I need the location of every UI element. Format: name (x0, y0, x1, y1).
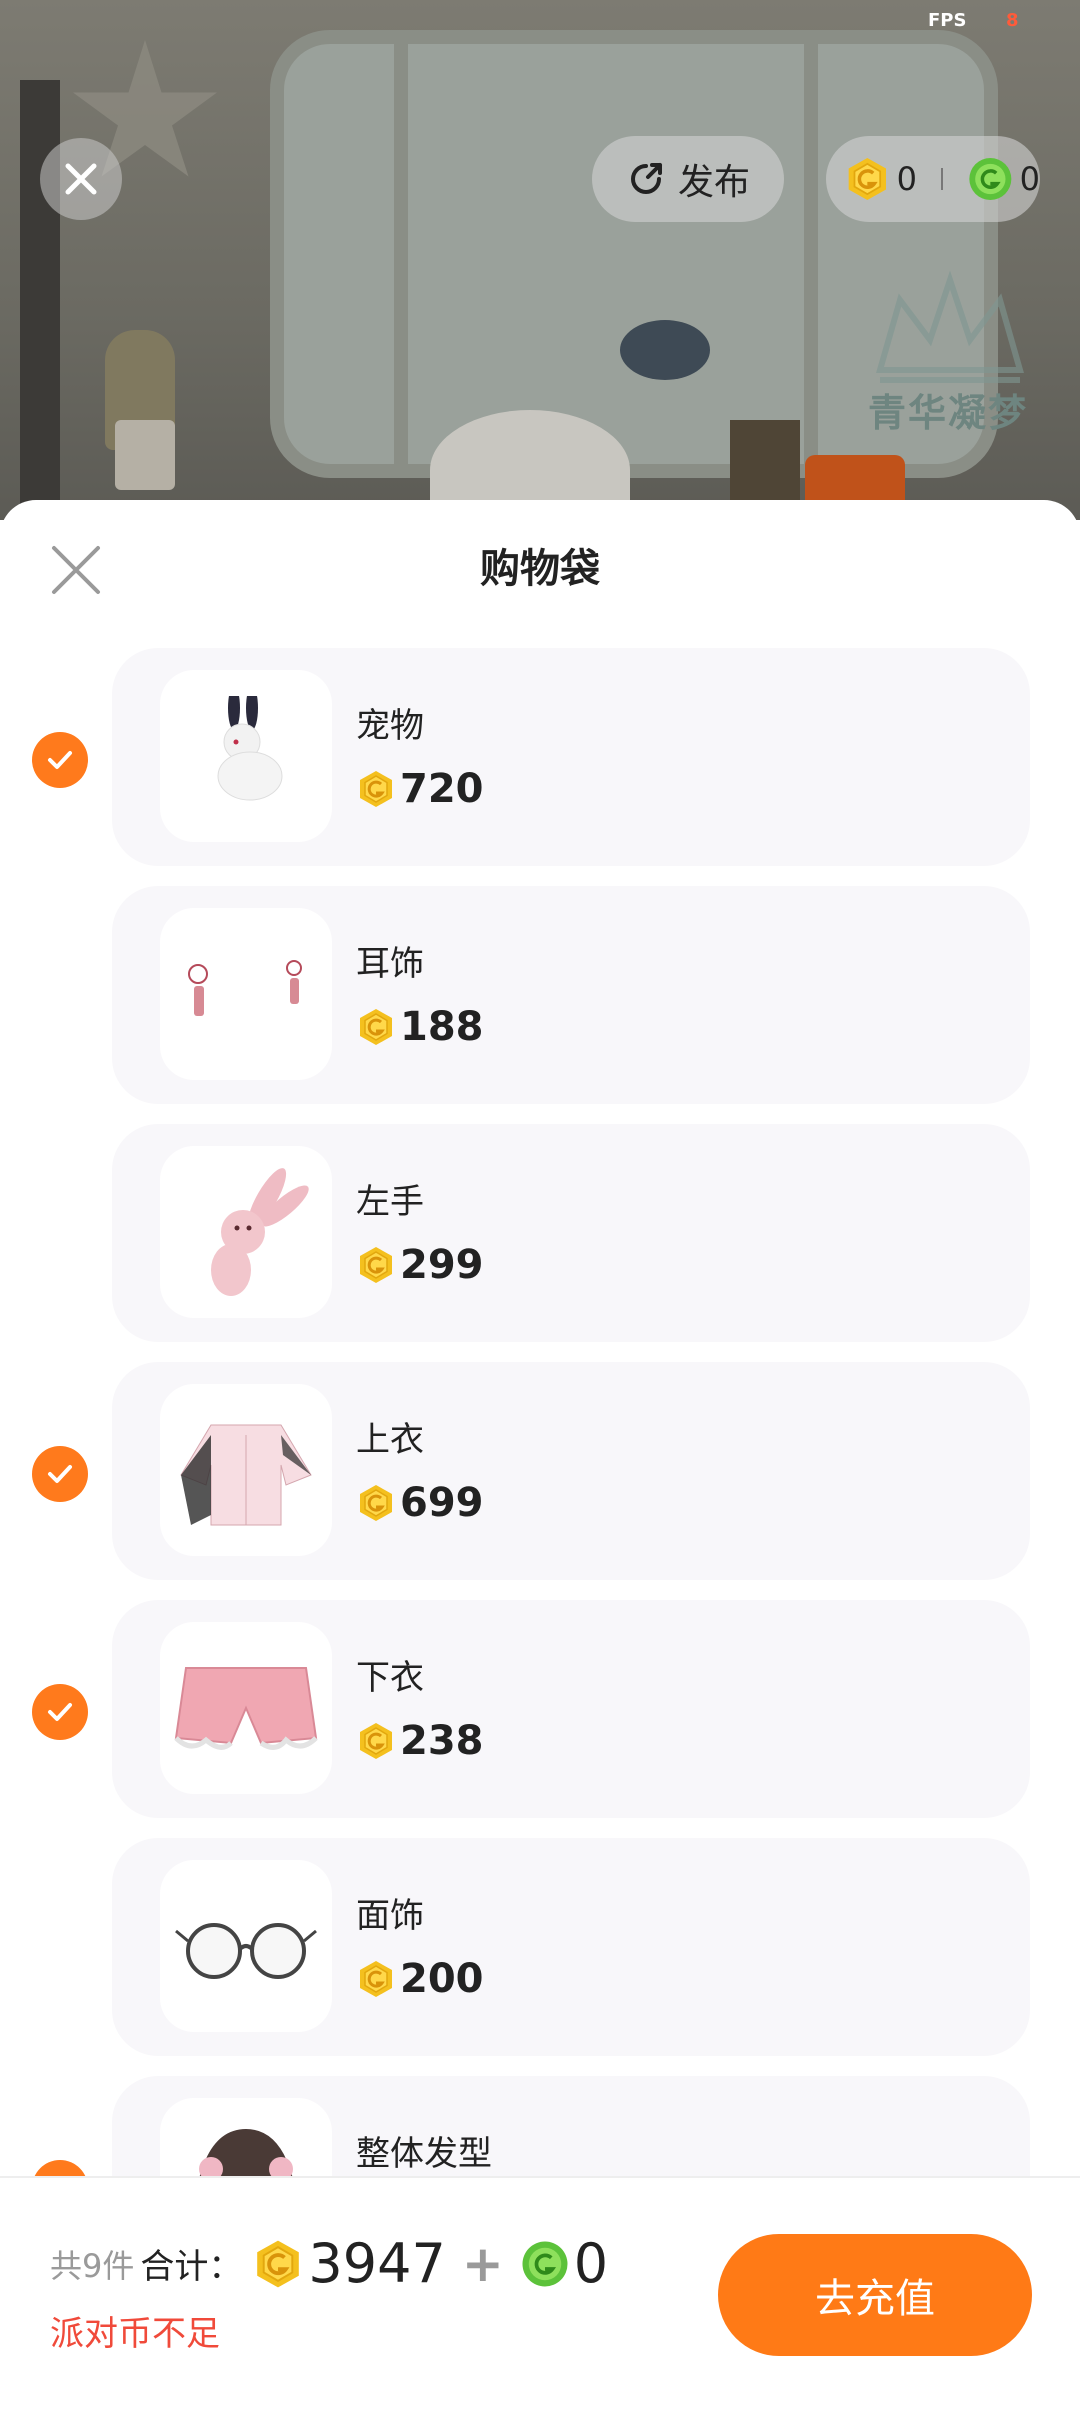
list-item[interactable]: 下衣 238 (0, 1600, 1080, 1838)
gold-coin-icon (360, 1723, 392, 1759)
item-price-value: 188 (400, 1004, 484, 1050)
gold-coin-icon (360, 1485, 392, 1521)
item-price: 188 (356, 1004, 484, 1050)
gold-coin-icon (257, 2240, 300, 2287)
item-thumbnail (160, 670, 332, 842)
item-checkbox[interactable] (32, 732, 88, 788)
watermark-text: 青华凝梦 (868, 390, 1029, 435)
item-checkbox[interactable] (32, 1684, 88, 1740)
item-card[interactable]: 上衣 699 (112, 1362, 1030, 1580)
list-item[interactable]: 面饰 200 (0, 1838, 1080, 2076)
item-name: 面饰 (356, 1896, 424, 1936)
item-thumbnail (160, 1146, 332, 1318)
publish-icon (630, 163, 662, 194)
item-price: 238 (356, 1718, 484, 1764)
publish-button[interactable]: 发布 (592, 136, 784, 222)
item-price-value: 699 (400, 1480, 484, 1526)
item-price-value: 720 (400, 766, 484, 812)
publish-label: 发布 (677, 162, 750, 203)
item-card[interactable]: 耳饰 188 (112, 886, 1030, 1104)
close-scene-button[interactable] (40, 138, 122, 220)
green-balance: 0 (1019, 160, 1040, 198)
close-icon (65, 163, 97, 195)
recharge-button[interactable]: 去充值 (718, 2234, 1032, 2356)
item-thumbnail (160, 1622, 332, 1794)
gold-coin-icon (360, 1247, 392, 1283)
divider (941, 168, 943, 190)
green-coin-icon (522, 2241, 568, 2286)
fps-value: 8 (1006, 10, 1019, 31)
check-icon (48, 1703, 72, 1721)
item-count: 共9件 (50, 2246, 135, 2285)
flower-pot (115, 420, 175, 490)
item-name: 上衣 (356, 1420, 424, 1460)
list-item[interactable]: 耳饰 188 (0, 886, 1080, 1124)
checkout-footer: 共9件 合计： 3947 + 0 派对币不足 去充值 (0, 2176, 1080, 2410)
item-checkbox[interactable] (32, 1446, 88, 1502)
gold-coin-icon (360, 771, 392, 807)
rabbit-pet-image (217, 696, 283, 801)
item-price: 200 (356, 1956, 484, 2002)
gold-coin-icon (360, 1961, 392, 1997)
item-price: 720 (356, 766, 484, 812)
item-name: 耳饰 (356, 944, 424, 984)
glasses-image (175, 1923, 317, 1979)
item-name: 左手 (356, 1182, 424, 1222)
gold-coin-icon (360, 1009, 392, 1045)
dress-top-image (180, 1424, 312, 1526)
insufficient-warning: 派对币不足 (50, 2314, 220, 2354)
item-thumbnail (160, 908, 332, 1080)
sheet-title: 购物袋 (480, 546, 600, 592)
gold-balance: 0 (896, 160, 918, 198)
currency-balance[interactable]: 0 0 (826, 136, 1040, 222)
item-thumbnail (160, 1384, 332, 1556)
shark-toy (620, 320, 710, 380)
pink-bunny-plush-image (211, 1168, 309, 1296)
plus-sign: + (461, 2234, 504, 2293)
item-name: 整体发型 (356, 2134, 492, 2174)
item-thumbnail (160, 1860, 332, 2032)
item-price-value: 299 (400, 1242, 484, 1288)
item-price: 299 (356, 1242, 484, 1288)
item-price-value: 200 (400, 1956, 484, 2002)
item-name: 下衣 (356, 1658, 424, 1698)
total-label: 合计： (140, 2247, 243, 2287)
check-icon (48, 751, 72, 769)
item-name: 宠物 (356, 706, 424, 746)
list-item[interactable]: 左手 299 (0, 1124, 1080, 1362)
total-line: 共9件 合计： 3947 + 0 (50, 2232, 608, 2295)
item-card[interactable]: 下衣 238 (112, 1600, 1030, 1818)
bloomers-image (174, 1667, 318, 1750)
gold-coin-icon (848, 157, 887, 201)
list-item[interactable]: 上衣 699 (0, 1362, 1080, 1600)
check-icon (48, 1465, 72, 1483)
green-coin-icon (969, 157, 1012, 201)
gold-total: 3947 (308, 2232, 446, 2295)
item-card[interactable]: 左手 299 (112, 1124, 1030, 1342)
item-card[interactable]: 宠物 720 (112, 648, 1030, 866)
green-total: 0 (573, 2232, 609, 2295)
shopping-bag-sheet: 购物袋 宠物 720 耳饰 188 左手 299 上衣 699 下衣 238 面… (0, 500, 1080, 2408)
list-item[interactable]: 宠物 720 (0, 648, 1080, 886)
item-price: 699 (356, 1480, 484, 1526)
fps-label: FPS (928, 10, 967, 31)
item-list[interactable]: 宠物 720 耳饰 188 左手 299 上衣 699 下衣 238 面饰 20… (0, 648, 1080, 2314)
item-card[interactable]: 面饰 200 (112, 1838, 1030, 2056)
earring-image (188, 960, 302, 1016)
game-scene-background: 青华凝梦 (0, 0, 1080, 520)
shelf (20, 80, 60, 520)
item-price-value: 238 (400, 1718, 484, 1764)
